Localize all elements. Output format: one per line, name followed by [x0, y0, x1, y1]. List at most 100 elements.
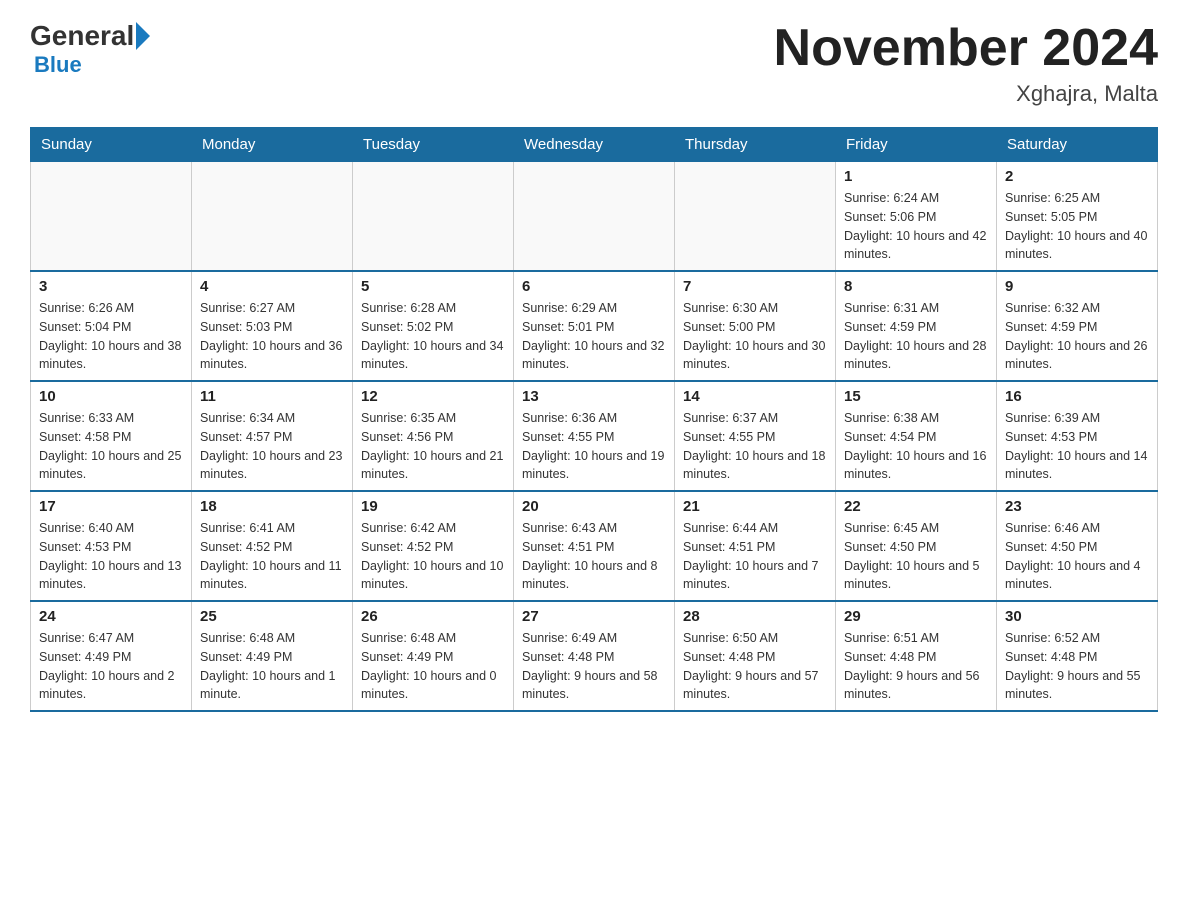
calendar-cell: 5 Sunrise: 6:28 AMSunset: 5:02 PMDaylight…: [353, 271, 514, 381]
day-of-week-thursday: Thursday: [675, 128, 836, 162]
calendar-cell: 28Sunrise: 6:50 AMSunset: 4:48 PMDayligh…: [675, 601, 836, 711]
calendar-cell: [31, 162, 192, 272]
day-info: Sunrise: 6:48 AMSunset: 4:49 PMDaylight:…: [361, 629, 505, 704]
day-number: 16: [1005, 388, 1149, 405]
calendar-cell: 16 Sunrise: 6:39 AMSunset: 4:53 PMDayligh…: [997, 381, 1158, 491]
day-info: Sunrise: 6:35 AMSunset: 4:56 PMDaylight:…: [361, 409, 505, 484]
logo-blue: Blue: [34, 52, 82, 78]
calendar-table: SundayMondayTuesdayWednesdayThursdayFrid…: [30, 127, 1158, 712]
day-info: Sunrise: 6:43 AMSunset: 4:51 PMDaylight:…: [522, 519, 666, 594]
day-of-week-monday: Monday: [192, 128, 353, 162]
calendar-cell: 15Sunrise: 6:38 AMSunset: 4:54 PMDayligh…: [836, 381, 997, 491]
title-block: November 2024 Xghajra, Malta: [774, 20, 1158, 107]
calendar-cell: 23 Sunrise: 6:46 AMSunset: 4:50 PMDayligh…: [997, 491, 1158, 601]
day-number: 25: [200, 608, 344, 625]
calendar-cell: [514, 162, 675, 272]
day-info: Sunrise: 6:26 AMSunset: 5:04 PMDaylight:…: [39, 299, 183, 374]
calendar-cell: 25 Sunrise: 6:48 AMSunset: 4:49 PMDayligh…: [192, 601, 353, 711]
day-number: 5: [361, 278, 505, 295]
week-row-5: 24 Sunrise: 6:47 AMSunset: 4:49 PMDayligh…: [31, 601, 1158, 711]
calendar-cell: 18 Sunrise: 6:41 AMSunset: 4:52 PMDayligh…: [192, 491, 353, 601]
day-info: Sunrise: 6:30 AMSunset: 5:00 PMDaylight:…: [683, 299, 827, 374]
calendar-cell: 14 Sunrise: 6:37 AMSunset: 4:55 PMDayligh…: [675, 381, 836, 491]
location: Xghajra, Malta: [774, 81, 1158, 107]
day-number: 2: [1005, 168, 1149, 185]
calendar-cell: 29 Sunrise: 6:51 AMSunset: 4:48 PMDayligh…: [836, 601, 997, 711]
day-number: 1: [844, 168, 988, 185]
day-number: 21: [683, 498, 827, 515]
calendar-cell: 19 Sunrise: 6:42 AMSunset: 4:52 PMDayligh…: [353, 491, 514, 601]
calendar-cell: 9 Sunrise: 6:32 AMSunset: 4:59 PMDaylight…: [997, 271, 1158, 381]
calendar-cell: 27Sunrise: 6:49 AMSunset: 4:48 PMDayligh…: [514, 601, 675, 711]
calendar-cell: 7 Sunrise: 6:30 AMSunset: 5:00 PMDaylight…: [675, 271, 836, 381]
day-of-week-sunday: Sunday: [31, 128, 192, 162]
calendar-cell: [353, 162, 514, 272]
calendar-cell: 2Sunrise: 6:25 AMSunset: 5:05 PMDaylight…: [997, 162, 1158, 272]
calendar-cell: 8Sunrise: 6:31 AMSunset: 4:59 PMDaylight…: [836, 271, 997, 381]
calendar-cell: 4 Sunrise: 6:27 AMSunset: 5:03 PMDaylight…: [192, 271, 353, 381]
day-info: Sunrise: 6:42 AMSunset: 4:52 PMDaylight:…: [361, 519, 505, 594]
day-number: 15: [844, 388, 988, 405]
calendar-cell: 17Sunrise: 6:40 AMSunset: 4:53 PMDayligh…: [31, 491, 192, 601]
day-of-week-tuesday: Tuesday: [353, 128, 514, 162]
page-header: General Blue November 2024 Xghajra, Malt…: [30, 20, 1158, 107]
days-of-week-row: SundayMondayTuesdayWednesdayThursdayFrid…: [31, 128, 1158, 162]
day-number: 24: [39, 608, 183, 625]
logo-general: General: [30, 20, 134, 52]
day-info: Sunrise: 6:39 AMSunset: 4:53 PMDaylight:…: [1005, 409, 1149, 484]
day-number: 20: [522, 498, 666, 515]
day-number: 26: [361, 608, 505, 625]
day-number: 29: [844, 608, 988, 625]
calendar-cell: 6Sunrise: 6:29 AMSunset: 5:01 PMDaylight…: [514, 271, 675, 381]
day-info: Sunrise: 6:46 AMSunset: 4:50 PMDaylight:…: [1005, 519, 1149, 594]
day-info: Sunrise: 6:45 AMSunset: 4:50 PMDaylight:…: [844, 519, 988, 594]
day-number: 12: [361, 388, 505, 405]
day-number: 4: [200, 278, 344, 295]
day-number: 19: [361, 498, 505, 515]
day-info: Sunrise: 6:41 AMSunset: 4:52 PMDaylight:…: [200, 519, 344, 594]
day-info: Sunrise: 6:36 AMSunset: 4:55 PMDaylight:…: [522, 409, 666, 484]
logo-triangle-icon: [136, 22, 150, 50]
day-info: Sunrise: 6:27 AMSunset: 5:03 PMDaylight:…: [200, 299, 344, 374]
day-number: 9: [1005, 278, 1149, 295]
calendar-cell: 21 Sunrise: 6:44 AMSunset: 4:51 PMDayligh…: [675, 491, 836, 601]
day-number: 30: [1005, 608, 1149, 625]
day-number: 22: [844, 498, 988, 515]
day-number: 23: [1005, 498, 1149, 515]
calendar-cell: 13 Sunrise: 6:36 AMSunset: 4:55 PMDayligh…: [514, 381, 675, 491]
calendar-cell: 12 Sunrise: 6:35 AMSunset: 4:56 PMDayligh…: [353, 381, 514, 491]
day-number: 18: [200, 498, 344, 515]
day-of-week-wednesday: Wednesday: [514, 128, 675, 162]
day-number: 3: [39, 278, 183, 295]
day-number: 28: [683, 608, 827, 625]
calendar-cell: [192, 162, 353, 272]
week-row-1: 1 Sunrise: 6:24 AMSunset: 5:06 PMDaylight…: [31, 162, 1158, 272]
day-number: 10: [39, 388, 183, 405]
calendar-cell: 22 Sunrise: 6:45 AMSunset: 4:50 PMDayligh…: [836, 491, 997, 601]
calendar-body: 1 Sunrise: 6:24 AMSunset: 5:06 PMDaylight…: [31, 162, 1158, 712]
day-info: Sunrise: 6:28 AMSunset: 5:02 PMDaylight:…: [361, 299, 505, 374]
day-info: Sunrise: 6:44 AMSunset: 4:51 PMDaylight:…: [683, 519, 827, 594]
calendar-cell: [675, 162, 836, 272]
day-info: Sunrise: 6:51 AMSunset: 4:48 PMDaylight:…: [844, 629, 988, 704]
day-number: 13: [522, 388, 666, 405]
week-row-2: 3 Sunrise: 6:26 AMSunset: 5:04 PMDaylight…: [31, 271, 1158, 381]
calendar-cell: 24 Sunrise: 6:47 AMSunset: 4:49 PMDayligh…: [31, 601, 192, 711]
calendar-cell: 3 Sunrise: 6:26 AMSunset: 5:04 PMDaylight…: [31, 271, 192, 381]
day-of-week-saturday: Saturday: [997, 128, 1158, 162]
day-info: Sunrise: 6:40 AMSunset: 4:53 PMDaylight:…: [39, 519, 183, 594]
day-info: Sunrise: 6:31 AMSunset: 4:59 PMDaylight:…: [844, 299, 988, 374]
day-info: Sunrise: 6:24 AMSunset: 5:06 PMDaylight:…: [844, 189, 988, 264]
week-row-3: 10Sunrise: 6:33 AMSunset: 4:58 PMDayligh…: [31, 381, 1158, 491]
day-number: 14: [683, 388, 827, 405]
week-row-4: 17Sunrise: 6:40 AMSunset: 4:53 PMDayligh…: [31, 491, 1158, 601]
day-info: Sunrise: 6:48 AMSunset: 4:49 PMDaylight:…: [200, 629, 344, 704]
day-info: Sunrise: 6:37 AMSunset: 4:55 PMDaylight:…: [683, 409, 827, 484]
calendar-header: SundayMondayTuesdayWednesdayThursdayFrid…: [31, 128, 1158, 162]
month-title: November 2024: [774, 20, 1158, 77]
day-number: 7: [683, 278, 827, 295]
calendar-cell: 10Sunrise: 6:33 AMSunset: 4:58 PMDayligh…: [31, 381, 192, 491]
calendar-cell: 20 Sunrise: 6:43 AMSunset: 4:51 PMDayligh…: [514, 491, 675, 601]
day-info: Sunrise: 6:32 AMSunset: 4:59 PMDaylight:…: [1005, 299, 1149, 374]
day-info: Sunrise: 6:47 AMSunset: 4:49 PMDaylight:…: [39, 629, 183, 704]
